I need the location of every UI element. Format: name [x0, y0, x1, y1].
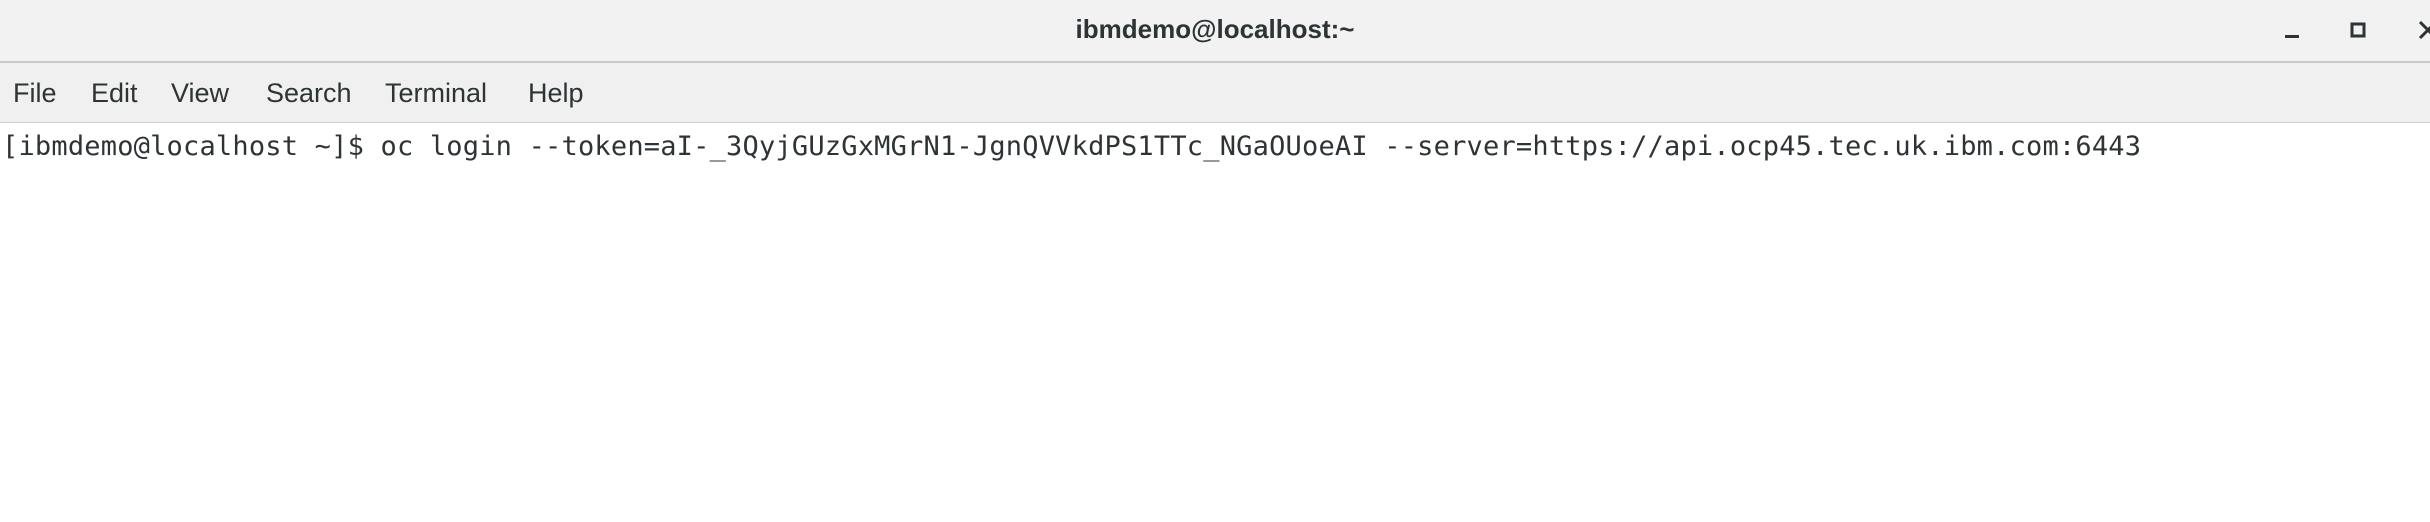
- terminal-output-area[interactable]: [ibmdemo@localhost ~]$ oc login --token=…: [0, 123, 2430, 522]
- menu-search[interactable]: Search: [266, 63, 352, 123]
- terminal-window: ibmdemo@localhost:~ File Edit View Searc…: [0, 0, 2430, 522]
- minimize-button[interactable]: [2276, 14, 2308, 46]
- shell-command: oc login --token=aI-_3QyjGUzGxMGrN1-JgnQ…: [380, 131, 2142, 162]
- menu-terminal[interactable]: Terminal: [385, 63, 487, 123]
- shell-prompt: [ibmdemo@localhost ~]$: [2, 131, 381, 162]
- menu-edit[interactable]: Edit: [91, 63, 138, 123]
- menu-help[interactable]: Help: [528, 63, 584, 123]
- menu-file[interactable]: File: [13, 63, 57, 123]
- menu-view[interactable]: View: [171, 63, 229, 123]
- maximize-icon: [2350, 22, 2366, 38]
- close-icon: [2418, 20, 2430, 40]
- title-bar[interactable]: ibmdemo@localhost:~: [0, 0, 2430, 63]
- terminal-line: [ibmdemo@localhost ~]$ oc login --token=…: [2, 127, 2141, 167]
- window-title: ibmdemo@localhost:~: [1075, 14, 1355, 44]
- menu-bar: File Edit View Search Terminal Help: [0, 63, 2430, 123]
- close-button[interactable]: [2412, 14, 2430, 46]
- minimize-icon: [2285, 35, 2299, 38]
- maximize-button[interactable]: [2342, 14, 2374, 46]
